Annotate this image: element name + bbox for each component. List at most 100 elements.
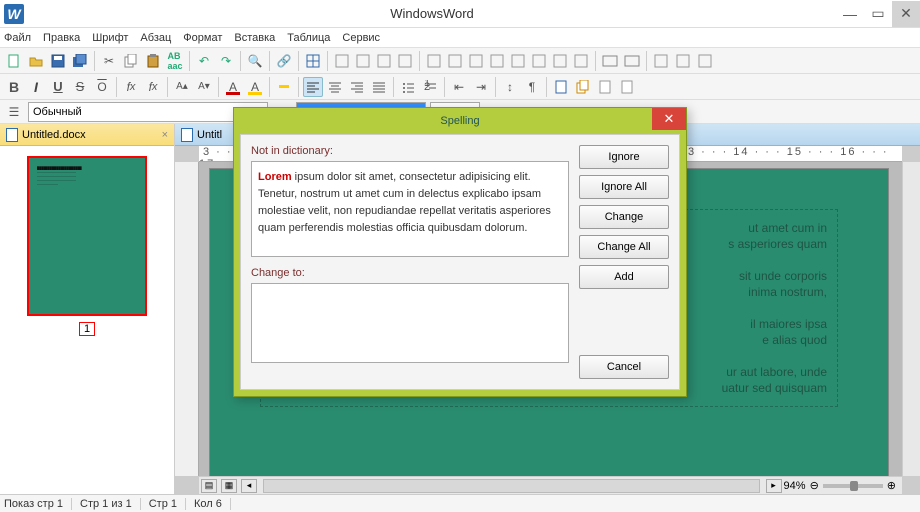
ruler-vertical[interactable] — [175, 162, 199, 476]
statusbar: Показ стр 1 Стр 1 из 1 Стр 1 Кол 6 — [0, 494, 920, 512]
doc-settings-icon[interactable] — [617, 77, 637, 97]
add-button[interactable]: Add — [579, 265, 669, 289]
ignore-button[interactable]: Ignore — [579, 145, 669, 169]
spellcheck-icon[interactable]: ABaac — [165, 51, 185, 71]
doc-template-icon[interactable] — [595, 77, 615, 97]
thumbnail-page-number: 1 — [79, 322, 95, 336]
overline-button[interactable]: O — [92, 77, 112, 97]
sidebar: Untitled.docx × █████████████████████———… — [0, 124, 175, 494]
menubar: Файл Правка Шрифт Абзац Формат Вставка Т… — [0, 28, 920, 48]
zoom-slider[interactable] — [823, 484, 883, 488]
tbl-btn-2[interactable] — [353, 51, 373, 71]
para-spacing-button[interactable]: ¶ — [522, 77, 542, 97]
font-color-button[interactable]: A — [223, 77, 243, 97]
align-justify-button[interactable] — [369, 77, 389, 97]
page-thumbnail[interactable]: █████████████████████———————————————————… — [27, 156, 147, 316]
saveall-icon[interactable] — [70, 51, 90, 71]
close-icon[interactable]: × — [162, 129, 168, 141]
box-btn-2[interactable] — [622, 51, 642, 71]
underline-button[interactable]: U — [48, 77, 68, 97]
tbl-btn-1[interactable] — [332, 51, 352, 71]
bold-button[interactable]: B — [4, 77, 24, 97]
close-button[interactable]: ✕ — [892, 1, 920, 27]
highlight-color-button[interactable] — [274, 77, 294, 97]
strike-button[interactable]: S — [70, 77, 90, 97]
open-icon[interactable] — [26, 51, 46, 71]
zoom-in-button[interactable]: ⊕ — [887, 479, 896, 492]
cell-btn-4[interactable] — [487, 51, 507, 71]
copy-icon[interactable] — [121, 51, 141, 71]
grow-font-button[interactable]: A▴ — [172, 77, 192, 97]
menu-file[interactable]: Файл — [4, 32, 31, 44]
italic-button[interactable]: I — [26, 77, 46, 97]
menu-table[interactable]: Таблица — [287, 32, 330, 44]
obj-btn-2[interactable] — [673, 51, 693, 71]
menu-font[interactable]: Шрифт — [92, 32, 128, 44]
zoom-out-button[interactable]: ⊖ — [810, 479, 819, 492]
context-box[interactable]: Lorem ipsum dolor sit amet, consectetur … — [251, 161, 569, 257]
scrollbar-horizontal[interactable] — [263, 479, 760, 493]
menu-insert[interactable]: Вставка — [234, 32, 275, 44]
style-combo[interactable]: Обычный ▾ — [28, 102, 268, 122]
cell-btn-6[interactable] — [529, 51, 549, 71]
minimize-button[interactable]: — — [836, 1, 864, 27]
sidebar-tab[interactable]: Untitled.docx × — [0, 124, 174, 146]
change-button[interactable]: Change — [579, 205, 669, 229]
highlight-button[interactable]: A — [245, 77, 265, 97]
obj-btn-3[interactable] — [695, 51, 715, 71]
menu-paragraph[interactable]: Абзац — [140, 32, 171, 44]
link-icon[interactable]: 🔗 — [274, 51, 294, 71]
outdent-button[interactable]: ⇤ — [449, 77, 469, 97]
change-to-input[interactable] — [251, 283, 569, 363]
align-center-button[interactable] — [325, 77, 345, 97]
tbl-btn-4[interactable] — [395, 51, 415, 71]
sidebar-tab-label: Untitled.docx — [22, 129, 86, 141]
doc-new-icon[interactable] — [551, 77, 571, 97]
subscript-button[interactable]: fx — [121, 77, 141, 97]
tbl-btn-3[interactable] — [374, 51, 394, 71]
change-all-button[interactable]: Change All — [579, 235, 669, 259]
menu-tools[interactable]: Сервис — [342, 32, 380, 44]
cut-icon[interactable]: ✂ — [99, 51, 119, 71]
thumbnail-area: █████████████████████———————————————————… — [0, 146, 174, 494]
scroll-right-button[interactable]: ▸ — [766, 479, 782, 493]
bullet-list-button[interactable] — [398, 77, 418, 97]
scrollbar-vertical[interactable] — [902, 162, 920, 476]
new-icon[interactable] — [4, 51, 24, 71]
table-icon[interactable] — [303, 51, 323, 71]
scroll-left-button[interactable]: ◂ — [241, 479, 257, 493]
cell-btn-8[interactable] — [571, 51, 591, 71]
number-list-button[interactable]: 12 — [420, 77, 440, 97]
box-btn-1[interactable] — [600, 51, 620, 71]
ignore-all-button[interactable]: Ignore All — [579, 175, 669, 199]
save-icon[interactable] — [48, 51, 68, 71]
find-icon[interactable]: 🔍 — [245, 51, 265, 71]
style-picker-icon[interactable]: ☰ — [4, 102, 24, 122]
undo-icon[interactable]: ↶ — [194, 51, 214, 71]
cell-btn-2[interactable] — [445, 51, 465, 71]
cancel-button[interactable]: Cancel — [579, 355, 669, 379]
document-icon — [181, 128, 193, 142]
dialog-titlebar[interactable]: Spelling ✕ — [234, 108, 686, 134]
doc-copy-icon[interactable] — [573, 77, 593, 97]
cell-btn-5[interactable] — [508, 51, 528, 71]
cell-btn-1[interactable] — [424, 51, 444, 71]
obj-btn-1[interactable] — [651, 51, 671, 71]
shrink-font-button[interactable]: A▾ — [194, 77, 214, 97]
dialog-close-button[interactable]: ✕ — [652, 108, 686, 130]
menu-edit[interactable]: Правка — [43, 32, 80, 44]
spelling-dialog: Spelling ✕ Not in dictionary: Lorem ipsu… — [233, 107, 687, 397]
cell-btn-7[interactable] — [550, 51, 570, 71]
line-spacing-button[interactable]: ↕ — [500, 77, 520, 97]
indent-button[interactable]: ⇥ — [471, 77, 491, 97]
paste-icon[interactable] — [143, 51, 163, 71]
redo-icon[interactable]: ↷ — [216, 51, 236, 71]
maximize-button[interactable]: ▭ — [864, 1, 892, 27]
superscript-button[interactable]: fx — [143, 77, 163, 97]
align-right-button[interactable] — [347, 77, 367, 97]
view-mode-1[interactable]: ▤ — [201, 479, 217, 493]
menu-format[interactable]: Формат — [183, 32, 222, 44]
view-mode-2[interactable]: ▦ — [221, 479, 237, 493]
align-left-button[interactable] — [303, 77, 323, 97]
cell-btn-3[interactable] — [466, 51, 486, 71]
